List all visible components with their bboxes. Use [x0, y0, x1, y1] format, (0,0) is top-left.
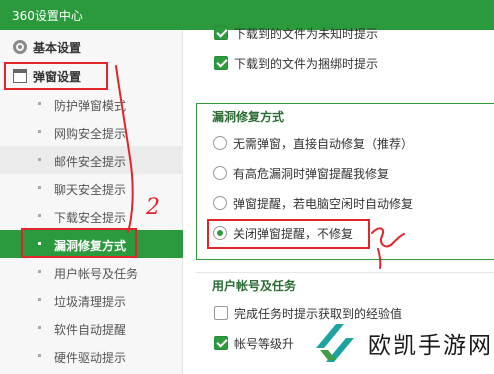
watermark-text: 欧凯手游网 — [368, 333, 493, 359]
brand-logo-icon — [316, 324, 354, 362]
watermark: 欧凯手游网 — [302, 316, 494, 374]
annotation-number: 2 — [145, 195, 160, 220]
